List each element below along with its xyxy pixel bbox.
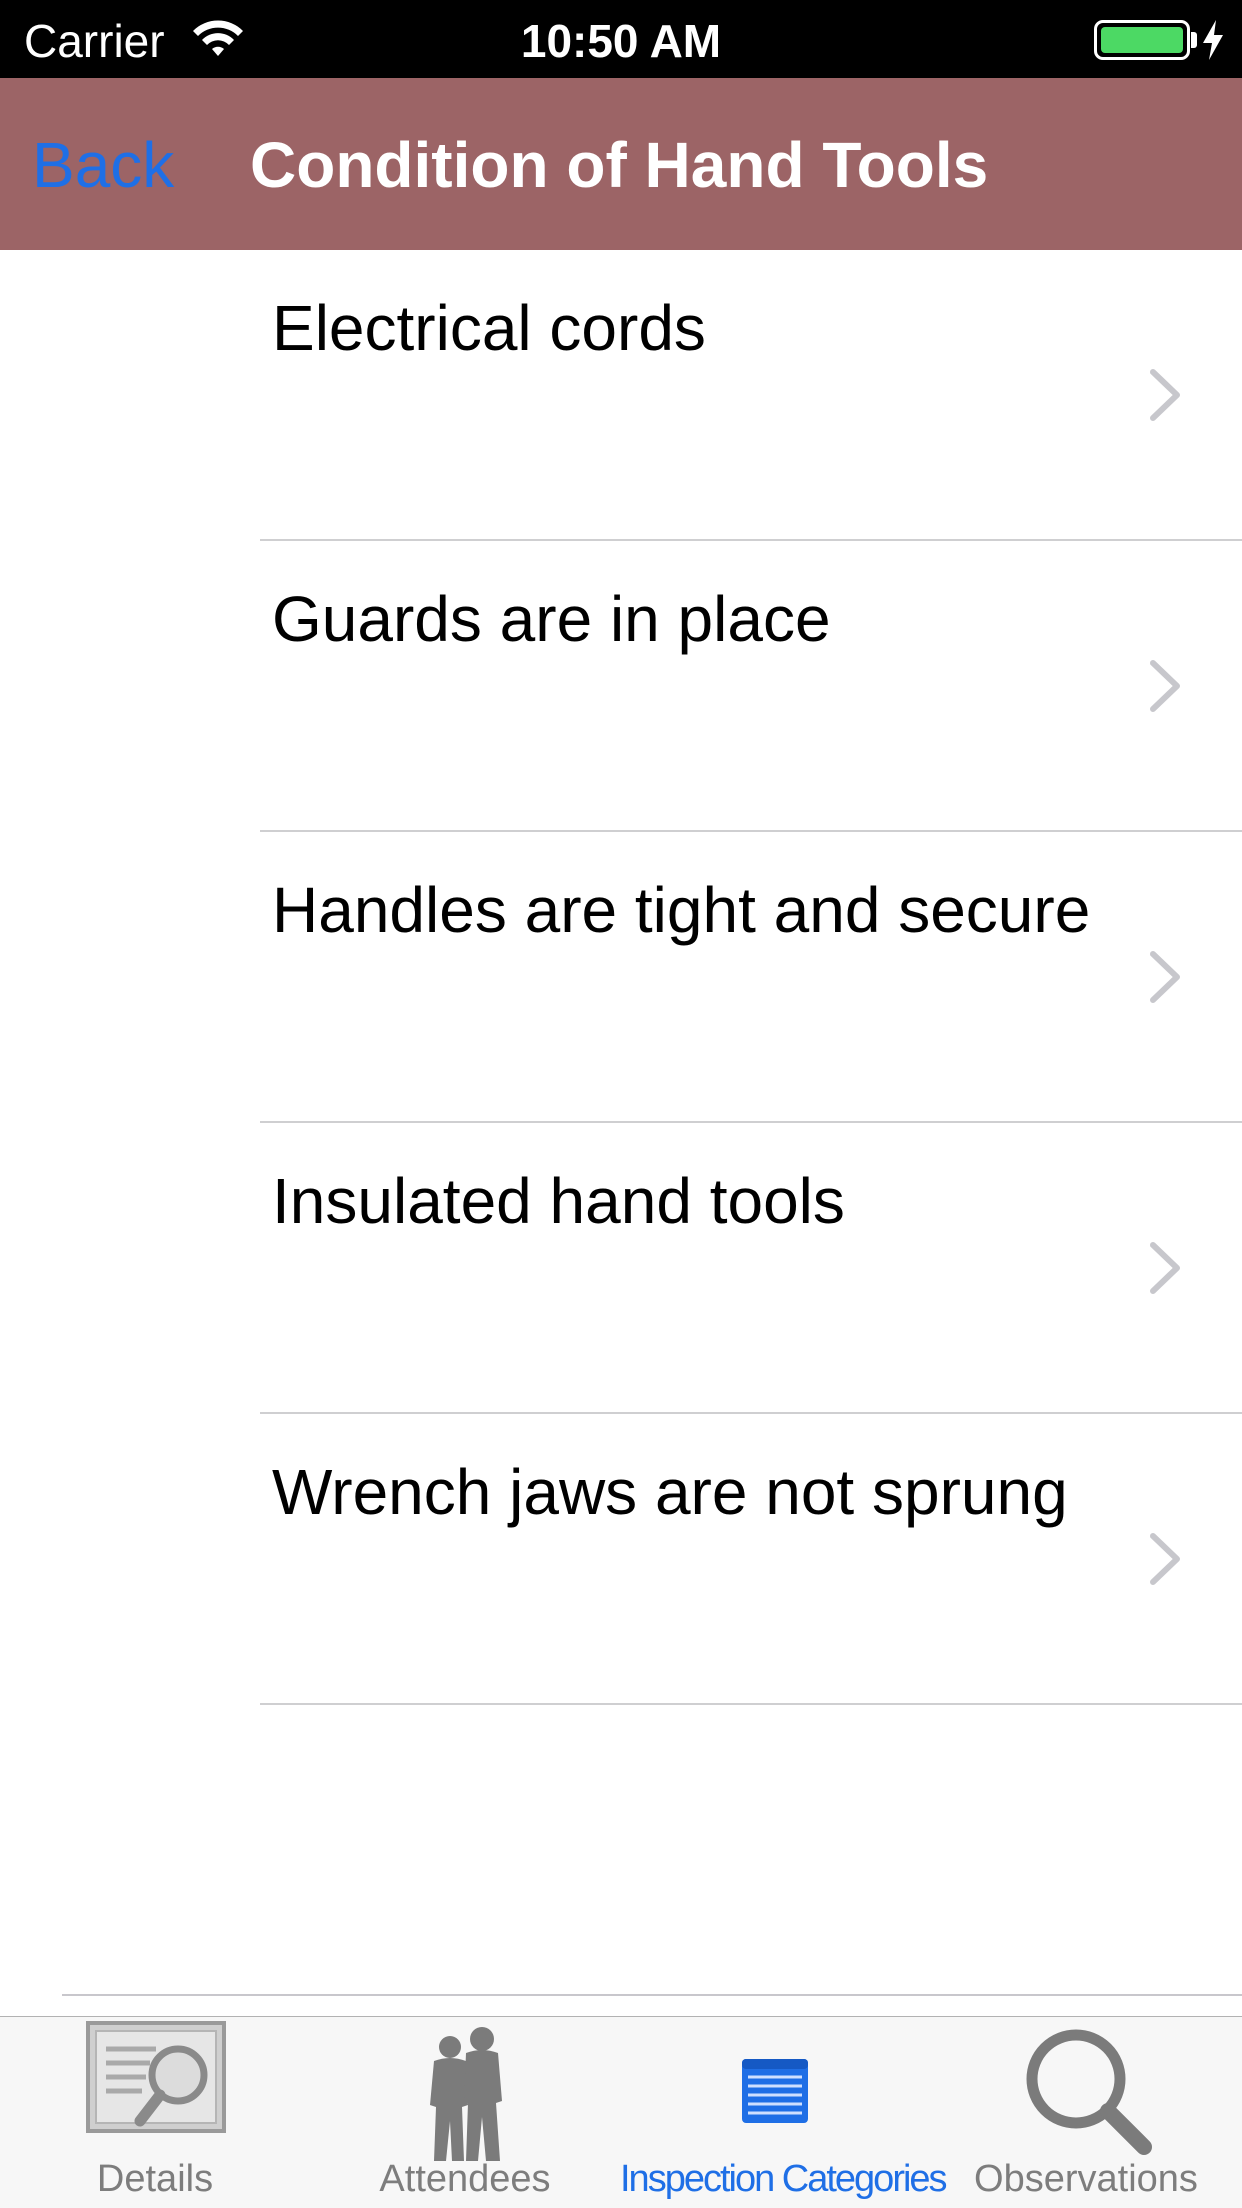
list-item-wrench-jaws[interactable]: Wrench jaws are not sprung [0,1414,1242,1705]
search-icon [1026,2029,1152,2155]
chevron-right-icon [1150,369,1180,421]
chevron-right-icon [1150,1242,1180,1294]
battery-level [1101,27,1183,53]
checklist-list: Electrical cords Guards are in place Han… [0,250,1242,1705]
chevron-right-icon [1150,951,1180,1003]
list-item-guards[interactable]: Guards are in place [0,541,1242,832]
chevron-right-icon [1150,1533,1180,1585]
list-item-insulated-tools[interactable]: Insulated hand tools [0,1123,1242,1414]
screen: Carrier 10:50 AM Back Condition of Hand … [0,0,1242,2208]
tab-label: Details [96,2158,214,2200]
list-item-electrical-cords[interactable]: Electrical cords [0,250,1242,541]
tab-observations[interactable]: Observations [930,2017,1242,2208]
clock: 10:50 AM [520,15,722,67]
tab-inspection-categories[interactable]: Inspection Categories [620,2017,948,2208]
page-title: Condition of Hand Tools [250,129,989,201]
charging-bolt-icon [1203,20,1223,60]
navigation-bar: Back Condition of Hand Tools [0,78,1242,250]
chevron-right-icon [1150,660,1180,712]
details-magnifier-icon [86,2021,226,2133]
attendees-silhouette-icon [430,2027,502,2161]
battery-nub [1191,32,1197,48]
row-separator [260,1703,1242,1705]
list-icon [742,2059,808,2123]
tab-attendees[interactable]: Attendees [310,2017,620,2208]
list-item-label: Wrench jaws are not sprung [272,1456,1068,1528]
tab-details[interactable]: Details [0,2017,310,2208]
list-item-label: Electrical cords [272,292,706,364]
battery-icon [1094,20,1190,60]
list-item-handles[interactable]: Handles are tight and secure [0,832,1242,1123]
list-item-label: Guards are in place [272,583,831,655]
tab-bar-divider [62,1994,1242,1996]
list-item-label: Insulated hand tools [272,1165,845,1237]
tab-bar: Details Attendees Inspection Categories … [0,2016,1242,2208]
tab-label: Attendees [379,2158,551,2200]
tab-label: Observations [974,2158,1198,2200]
back-button[interactable]: Back [32,128,174,202]
tab-label: Inspection Categories [620,2158,948,2200]
list-item-label: Handles are tight and secure [272,874,1091,946]
status-bar: Carrier 10:50 AM [0,0,1242,78]
